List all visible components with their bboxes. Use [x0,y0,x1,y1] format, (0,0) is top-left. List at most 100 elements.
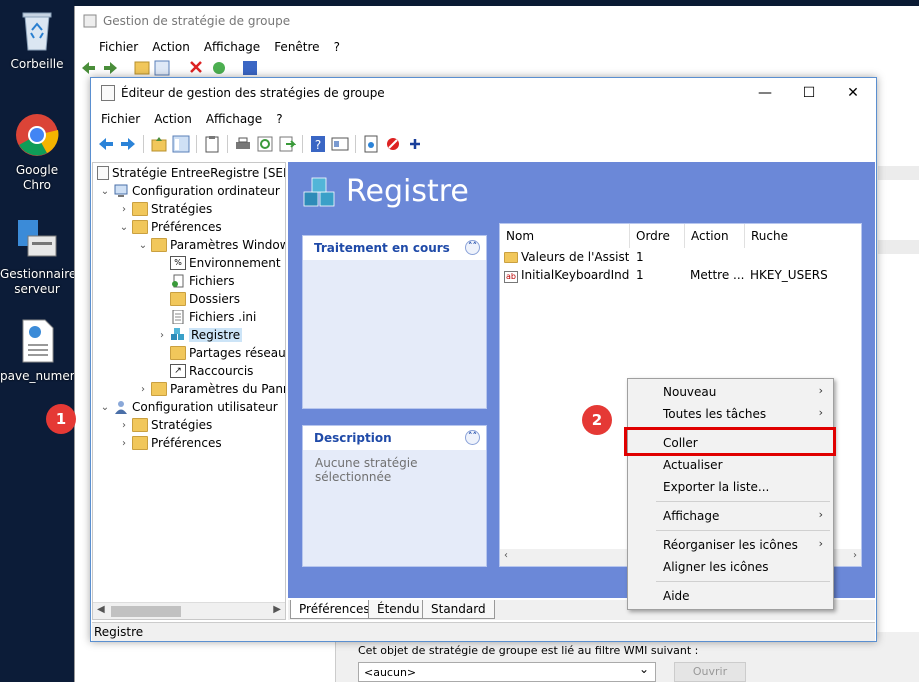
gpmc-title: Gestion de stratégie de groupe [103,14,291,28]
editor-title-bar: Éditeur de gestion des stratégies de gro… [91,78,876,108]
chevron-right-icon[interactable]: › [118,420,130,431]
network-share-icon [170,346,186,360]
close-button[interactable]: ✕ [833,82,873,104]
chevron-right-icon[interactable]: › [156,330,168,341]
tree-environment[interactable]: % Environnement [168,254,281,272]
up-folder-icon[interactable] [150,135,168,153]
properties-icon[interactable] [331,135,349,153]
refresh-icon[interactable] [256,135,274,153]
tree-strategies[interactable]: › Stratégies [118,200,212,218]
menu-item-arrange-icons[interactable]: Réorganiser les icônes [663,535,798,555]
tree-network-shares[interactable]: Partages réseau [168,344,285,362]
col-header-name[interactable]: Nom [500,224,630,248]
chevron-right-icon[interactable]: › [118,204,130,215]
menu-item-export[interactable]: Exporter la liste... [663,477,769,497]
tree-folders[interactable]: Dossiers [168,290,240,308]
list-item[interactable]: Valeurs de l'Assist... 1 [500,248,861,266]
back-arrow-icon[interactable] [97,135,115,153]
step-badge-1: 1 [46,404,76,434]
print-icon[interactable] [234,135,252,153]
menu-item-new[interactable]: Nouveau [663,382,716,402]
new-item-icon[interactable] [362,135,380,153]
tree-files[interactable]: Fichiers [168,272,234,290]
wmi-filter-select[interactable]: <aucun> [358,662,656,682]
files-icon [172,274,184,288]
tree-windows-settings[interactable]: ⌄ Paramètres Windows [137,236,285,254]
export-icon[interactable] [278,135,296,153]
chevron-down-icon[interactable]: ⌄ [118,222,130,233]
col-header-action[interactable]: Action [685,224,745,248]
tree-user-strategies[interactable]: › Stratégies [118,416,212,434]
tree-user-config[interactable]: ⌄ Configuration utilisateur [99,398,278,416]
chrome-shortcut[interactable]: Google Chro [0,112,74,193]
pave-numeric-shortcut[interactable]: pave_numeric [0,318,85,384]
folder-icon [151,238,167,252]
tree-control-panel[interactable]: › Paramètres du Panne [137,380,285,398]
clipboard-icon[interactable] [203,135,221,153]
pave-numeric-label: pave_numeric [0,369,85,383]
tab-preferences[interactable]: Préférences [290,600,379,619]
gpmc-menu-fichier[interactable]: Fichier [99,40,138,54]
gpmc-menu-affichage[interactable]: Affichage [204,40,260,54]
scroll-left-icon[interactable]: ◀ [97,604,105,615]
menu-fichier[interactable]: Fichier [101,112,140,126]
help-icon[interactable]: ? [309,135,327,153]
gpmc-menu-fenetre[interactable]: Fenêtre [274,40,319,54]
scroll-right-icon[interactable]: › [853,550,857,561]
item-action: Mettre ... [690,268,745,282]
collapse-icon[interactable]: ˄˄ [465,430,480,445]
folder-icon [170,292,186,306]
description-text: Aucune stratégie sélectionnée [315,456,418,484]
tab-standard[interactable]: Standard [422,600,495,619]
list-item[interactable]: ab InitialKeyboardInd... 1 Mettre ... HK… [500,266,861,284]
registry-value-icon: ab [504,268,522,283]
maximize-button[interactable]: ☐ [789,82,829,104]
chrome-icon [16,114,59,156]
chrome-label: Google Chro [15,163,59,192]
open-button[interactable]: Ouvrir [674,662,746,682]
tree-horizontal-scrollbar[interactable]: ◀ ▶ [93,602,285,619]
server-manager-shortcut[interactable]: Gestionnaire serveur [0,216,76,297]
chevron-right-icon[interactable]: › [137,384,149,395]
recycle-bin-shortcut[interactable]: Corbeille [0,8,74,72]
tree-ini-files[interactable]: Fichiers .ini [168,308,256,326]
tree-shortcuts[interactable]: ↗ Raccourcis [168,362,253,380]
menu-item-refresh[interactable]: Actualiser [663,455,723,475]
collapse-icon[interactable]: ˄˄ [465,240,480,255]
menu-item-view[interactable]: Affichage [663,506,719,526]
gpmc-menu-action[interactable]: Action [152,40,190,54]
chevron-down-icon[interactable]: ⌄ [137,240,149,251]
col-header-hive[interactable]: Ruche [745,224,863,248]
tree-registry[interactable]: › Registre [156,326,243,344]
console-tree: Stratégie EntreeRegistre [SERVEU ⌄ Confi… [92,162,286,620]
show-hide-tree-icon[interactable] [172,135,190,153]
menu-item-help[interactable]: Aide [663,586,690,606]
minimize-button[interactable]: — [745,82,785,104]
registry-cubes-icon [171,328,184,340]
chevron-down-icon[interactable]: ⌄ [99,186,111,197]
tree-user-preferences[interactable]: › Préférences [118,434,222,452]
chevron-right-icon[interactable]: › [118,438,130,449]
tree-computer-config[interactable]: ⌄ Configuration ordinateur [99,182,280,200]
tree-preferences[interactable]: ⌄ Préférences [118,218,222,236]
forward-arrow-icon[interactable] [119,135,137,153]
scroll-left-icon[interactable]: ‹ [504,550,508,561]
menu-item-align-icons[interactable]: Aligner les icônes [663,557,769,577]
menu-help[interactable]: ? [276,112,282,126]
col-header-order[interactable]: Ordre [630,224,685,248]
menu-action[interactable]: Action [154,112,192,126]
editor-toolbar: ? [91,130,876,158]
tab-extended[interactable]: Étendu [368,600,429,619]
stop-icon[interactable] [384,135,402,153]
menu-item-all-tasks[interactable]: Toutes les tâches [663,404,766,424]
chevron-down-icon[interactable]: ⌄ [99,402,111,413]
add-icon[interactable] [406,135,424,153]
scroll-right-icon[interactable]: ▶ [273,604,281,615]
recycle-bin-icon [22,12,52,51]
gpmc-menu-help[interactable]: ? [334,40,340,54]
recycle-bin-label: Corbeille [10,57,64,71]
tree-root[interactable]: Stratégie EntreeRegistre [SERVEU [95,164,285,182]
menu-affichage[interactable]: Affichage [206,112,262,126]
folder-icon [132,220,148,234]
scroll-thumb[interactable] [111,606,181,617]
